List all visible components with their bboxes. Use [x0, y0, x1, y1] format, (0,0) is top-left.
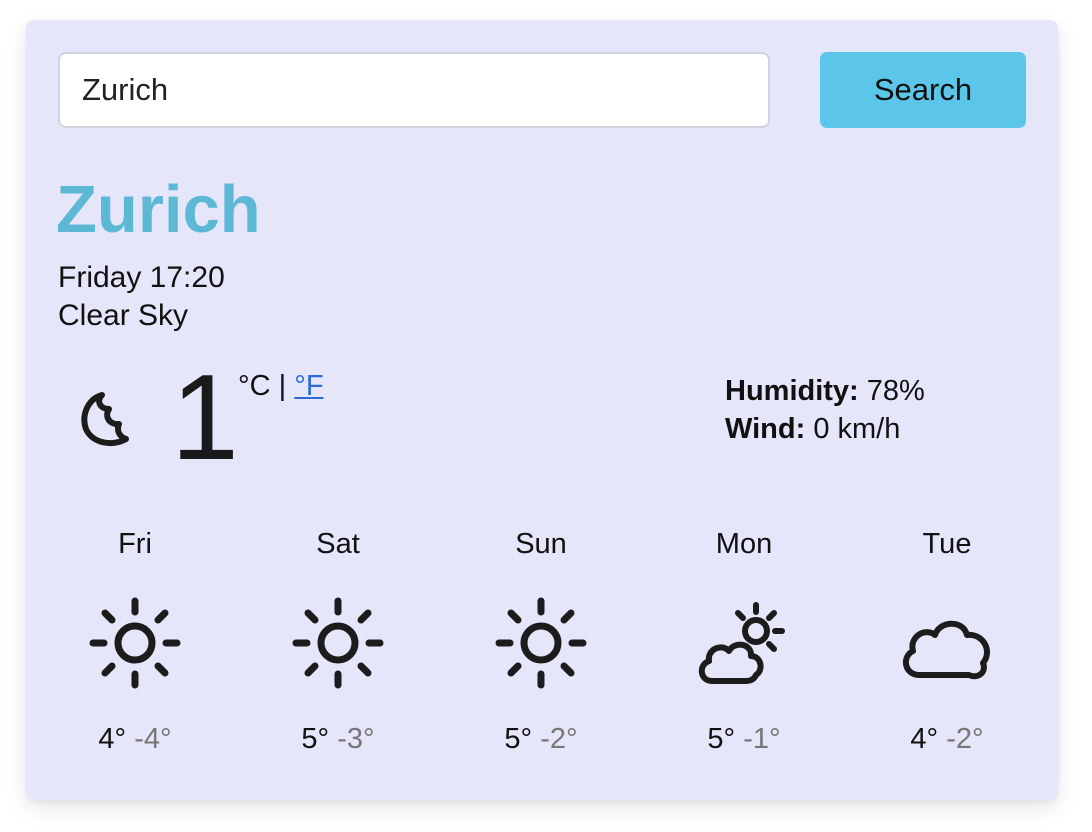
- forecast-temps: 4° -2°: [857, 725, 1037, 754]
- forecast-day: Mon 5° -1°: [654, 530, 834, 754]
- wind-value: 0 km/h: [813, 413, 901, 445]
- weather-description: Clear Sky: [58, 299, 189, 332]
- cloud-icon: [902, 620, 990, 680]
- sun-icon: [89, 597, 181, 689]
- search-button[interactable]: Search: [820, 52, 1026, 128]
- forecast-day-name: Mon: [715, 528, 773, 560]
- forecast-min: -2°: [946, 723, 984, 755]
- city-name: Zurich: [56, 172, 261, 247]
- forecast-day-name: Sat: [316, 528, 360, 560]
- wind-row: Wind: 0 km/h: [725, 410, 925, 448]
- forecast-temps: 5° -1°: [654, 725, 834, 754]
- forecast-day: Sat 5° -3°: [248, 530, 428, 754]
- sun-icon: [292, 597, 384, 689]
- wind-label: Wind:: [725, 413, 806, 445]
- forecast-max: 5°: [504, 723, 533, 755]
- sun-icon: [495, 597, 587, 689]
- weather-card: Search Zurich Friday 17:20 Clear Sky 1 °…: [26, 20, 1058, 800]
- forecast-max: 5°: [301, 723, 330, 755]
- date-time: Friday 17:20: [58, 261, 225, 294]
- partly-cloudy-icon: [698, 602, 785, 684]
- forecast-max: 4°: [98, 723, 127, 755]
- current-temperature: 1: [171, 349, 239, 485]
- forecast-temps: 4° -4°: [45, 725, 225, 754]
- moon-icon: [81, 392, 129, 447]
- humidity-value: 78%: [866, 375, 925, 407]
- forecast: Fri 4° -4° Sat 5° -3° Sun 5° -2° Mon 5° …: [26, 530, 1058, 790]
- forecast-max: 5°: [707, 723, 736, 755]
- search-input[interactable]: [58, 52, 770, 128]
- unit-separator: |: [278, 370, 287, 402]
- forecast-min: -2°: [540, 723, 578, 755]
- forecast-day-name: Sun: [515, 528, 567, 560]
- forecast-temps: 5° -2°: [451, 725, 631, 754]
- forecast-day: Tue 4° -2°: [857, 530, 1037, 754]
- forecast-day-name: Tue: [922, 528, 972, 560]
- forecast-min: -4°: [134, 723, 172, 755]
- forecast-day: Sun 5° -2°: [451, 530, 631, 754]
- forecast-max: 4°: [910, 723, 939, 755]
- forecast-day: Fri 4° -4°: [45, 530, 225, 754]
- forecast-min: -3°: [337, 723, 375, 755]
- forecast-day-name: Fri: [118, 528, 152, 560]
- unit-fahrenheit-link[interactable]: °F: [294, 370, 323, 402]
- temperature-units: °C | °F: [238, 372, 324, 401]
- forecast-temps: 5° -3°: [248, 725, 428, 754]
- humidity-row: Humidity: 78%: [725, 372, 925, 410]
- unit-celsius[interactable]: °C: [238, 370, 271, 402]
- weather-details: Humidity: 78% Wind: 0 km/h: [725, 372, 925, 448]
- forecast-min: -1°: [743, 723, 781, 755]
- humidity-label: Humidity:: [725, 375, 859, 407]
